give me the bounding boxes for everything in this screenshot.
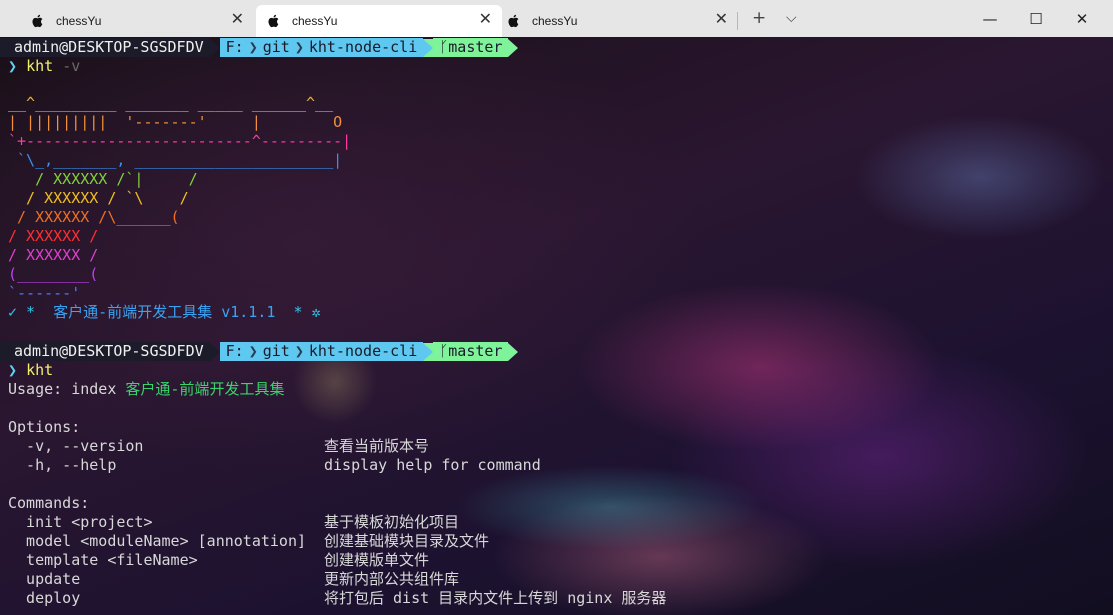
title-bar: chessYu ✕ chessYu ✕ chessYu ✕ + ⌵ — ☐ ✕ (0, 0, 1113, 37)
command-row-name: model <moduleName> [annotation] (8, 532, 307, 550)
branch-icon: ᚴ (439, 342, 449, 360)
close-tab-icon[interactable]: ✕ (479, 12, 492, 28)
command-row-desc: 更新内部公共组件库 (324, 570, 460, 588)
prompt-path: F: ❯ git ❯ kht-node-cli (219, 38, 424, 57)
tab-title: chessYu (56, 14, 102, 28)
prompt-caret-icon: ❯ (8, 57, 18, 75)
usage-label: Usage: index (8, 380, 126, 398)
ascii-art-line: / XXXXXX / `\ / (8, 189, 189, 207)
apple-icon (32, 14, 43, 28)
command-line: ❯ kht (8, 361, 53, 380)
powerline-separator (209, 38, 220, 57)
prompt-user: admin@DESKTOP-SGSDFDV (0, 342, 210, 361)
ascii-art-line: `+-------------------------^---------| (8, 132, 352, 150)
prompt-line: admin@DESKTOP-SGSDFDV F: ❯ git ❯ kht-node-cl… (0, 38, 519, 57)
option-flag: -v, --version (8, 437, 144, 455)
tab-2[interactable]: chessYu ✕ (256, 5, 502, 37)
sparkle-icon: ✓ * (8, 303, 54, 321)
option-row: -h, --help (8, 456, 116, 475)
prompt-caret-icon: ❯ (8, 361, 18, 379)
command-line: ❯ kht -v (8, 57, 80, 76)
apple-icon (268, 14, 279, 28)
prompt-user: admin@DESKTOP-SGSDFDV (0, 38, 210, 57)
powerline-separator (508, 342, 519, 361)
ascii-art-line: (________( (8, 265, 99, 283)
command-row-name: template <fileName> (8, 551, 198, 569)
command-row-name: update (8, 570, 81, 588)
command-text: kht (26, 361, 54, 379)
usage-name: 客户通-前端开发工具集 (125, 380, 285, 398)
command-row-name: deploy (8, 589, 81, 607)
branch-name: master (448, 342, 503, 360)
branch-name: master (448, 38, 503, 56)
prompt-git-branch: ᚴ master (433, 342, 509, 361)
powerline-separator (423, 38, 434, 57)
apple-icon (508, 14, 519, 28)
sparkle-icon: * ✲ (275, 303, 321, 321)
close-tab-icon[interactable]: ✕ (231, 12, 244, 28)
prompt-git-branch: ᚴ master (433, 38, 509, 57)
usage-line: Usage: index 客户通-前端开发工具集 (8, 380, 284, 399)
ascii-art-line: / XXXXXX /\______( (8, 208, 180, 226)
prompt-drive: F: (225, 38, 244, 56)
commands-header: Commands: (8, 494, 90, 512)
close-tab-icon[interactable]: ✕ (715, 12, 728, 28)
maximize-button[interactable]: ☐ (1013, 0, 1059, 37)
tab-title: chessYu (292, 14, 338, 28)
ascii-art-line: | ||||||||| '-------' | O (8, 113, 343, 131)
banner-title: 客户通-前端开发工具集 v1.1.1 (53, 303, 276, 321)
prompt-dir: kht-node-cli (308, 342, 418, 360)
minimize-button[interactable]: — (967, 0, 1013, 37)
command-row-desc: 创建模版单文件 (324, 551, 430, 569)
prompt-path: F: ❯ git ❯ kht-node-cli (219, 342, 424, 361)
command-args: -v (62, 57, 81, 75)
option-desc: display help for command (324, 456, 541, 474)
banner-line: ✓ * 客户通-前端开发工具集 v1.1.1 * ✲ (8, 303, 321, 322)
option-flag: -h, --help (8, 456, 117, 474)
powerline-separator (423, 342, 434, 361)
ascii-art-line: / XXXXXX / (8, 227, 99, 245)
ascii-art-line: `------' (8, 284, 81, 302)
command-text: kht (26, 57, 54, 75)
close-window-button[interactable]: ✕ (1059, 0, 1105, 37)
tab-divider (737, 12, 738, 30)
command-row-desc: 将打包后 dist 目录内文件上传到 nginx 服务器 (324, 589, 667, 607)
powerline-separator (508, 38, 519, 57)
ascii-art-line: __^_________ _______ _____ ______^__ (8, 94, 334, 112)
prompt-drive: F: (225, 342, 244, 360)
tab-dropdown-icon[interactable]: ⌵ (786, 8, 797, 28)
tab-title: chessYu (532, 14, 578, 28)
prompt-line: admin@DESKTOP-SGSDFDV F: ❯ git ❯ kht-node-cl… (0, 342, 519, 361)
ascii-art-line: / XXXXXX / (8, 246, 99, 264)
tab-1[interactable]: chessYu ✕ (8, 5, 254, 37)
prompt-dir: kht-node-cli (308, 38, 418, 56)
ascii-art-line: / XXXXXX /`| / (8, 170, 198, 188)
tab-3[interactable]: chessYu ✕ (496, 5, 742, 37)
prompt-dir: git (262, 38, 290, 56)
options-header: Options: (8, 418, 81, 436)
command-row-desc: 创建基础模块目录及文件 (324, 532, 490, 550)
command-row-name: init <project> (8, 513, 153, 531)
prompt-dir: git (262, 342, 290, 360)
terminal-window: chessYu ✕ chessYu ✕ chessYu ✕ + ⌵ — ☐ ✕ … (0, 0, 1113, 615)
powerline-separator (209, 342, 220, 361)
option-desc: 查看当前版本号 (324, 437, 430, 455)
branch-icon: ᚴ (439, 38, 449, 56)
ascii-art-line: `\_,_______, ______________________| (8, 151, 343, 169)
terminal-content[interactable]: admin@DESKTOP-SGSDFDV F: ❯ git ❯ kht-node-cl… (0, 37, 1113, 615)
option-row: -v, --version (8, 437, 143, 456)
new-tab-button[interactable]: + (752, 8, 766, 28)
command-row-desc: 基于模板初始化项目 (324, 513, 460, 531)
